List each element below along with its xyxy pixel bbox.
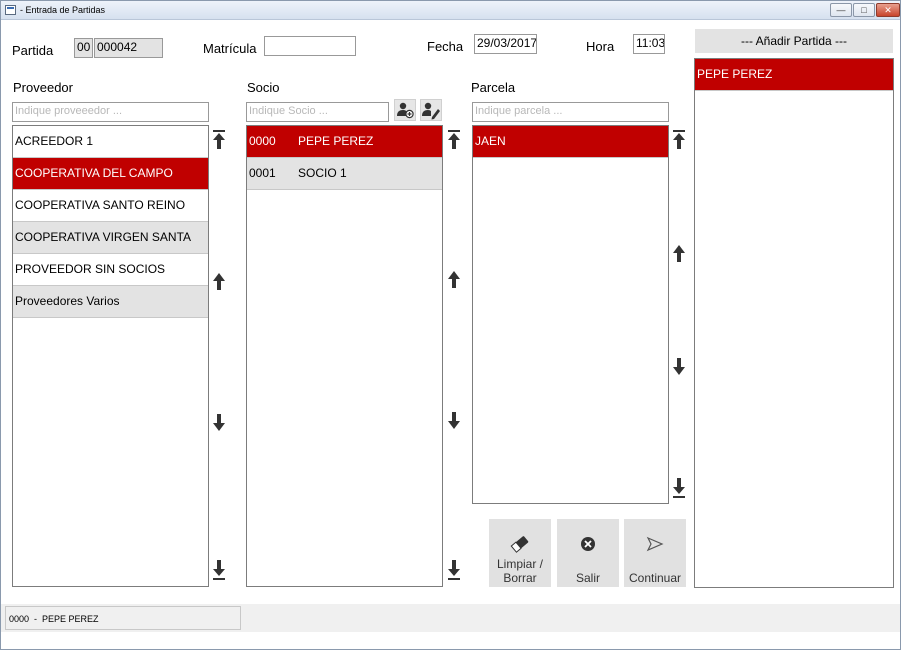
- scroll-up-icon[interactable]: [447, 269, 461, 291]
- scroll-bottom-icon[interactable]: [447, 559, 461, 581]
- proveedor-title: Proveedor: [13, 80, 73, 95]
- limpiar-borrar-button[interactable]: Limpiar / Borrar: [489, 519, 551, 587]
- continuar-button[interactable]: Continuar: [624, 519, 686, 587]
- close-icon: ✕: [884, 5, 892, 15]
- list-item[interactable]: COOPERATIVA SANTO REINO: [13, 190, 208, 222]
- scroll-down-icon[interactable]: [212, 411, 226, 433]
- salir-button[interactable]: Salir: [557, 519, 619, 587]
- hora-field[interactable]: 11:03: [633, 34, 665, 54]
- proveedor-search-input[interactable]: Indique proveeedor ...: [12, 102, 209, 122]
- scroll-down-icon[interactable]: [672, 355, 686, 377]
- limpiar-label-line2: Borrar: [503, 571, 537, 585]
- proveedor-item-label: Proveedores Varios: [15, 294, 120, 308]
- list-item[interactable]: PROVEEDOR SIN SOCIOS: [13, 254, 208, 286]
- status-text: 0000 - PEPE PEREZ: [5, 606, 241, 630]
- list-item[interactable]: COOPERATIVA VIRGEN SANTA: [13, 222, 208, 254]
- maximize-icon: □: [861, 5, 867, 15]
- scroll-bottom-icon[interactable]: [212, 559, 226, 581]
- socio-list[interactable]: 0000 PEPE PEREZ 0001 SOCIO 1: [246, 125, 443, 587]
- partida-series-field[interactable]: 00: [74, 38, 93, 58]
- maximize-button[interactable]: □: [853, 3, 875, 17]
- limpiar-label-line1: Limpiar /: [496, 557, 543, 571]
- parcela-search-input[interactable]: Indique parcela ...: [472, 102, 669, 122]
- main-window: - Entrada de Partidas — □ ✕ Partida 00 0…: [0, 0, 901, 650]
- scroll-up-icon[interactable]: [212, 271, 226, 293]
- parcela-item-label: JAEN: [475, 134, 506, 148]
- list-item[interactable]: ACREEDOR 1: [13, 126, 208, 158]
- added-item-label: PEPE PEREZ: [697, 67, 773, 81]
- socio-name: PEPE PEREZ: [298, 134, 374, 148]
- scroll-up-icon[interactable]: [672, 243, 686, 265]
- add-partida-header[interactable]: --- Añadir Partida ---: [695, 29, 893, 53]
- edit-user-icon: [422, 102, 440, 120]
- socio-name: SOCIO 1: [298, 166, 347, 180]
- status-bar: 0000 - PEPE PEREZ: [1, 604, 900, 632]
- app-icon[interactable]: [5, 5, 16, 15]
- scroll-top-icon[interactable]: [447, 129, 461, 151]
- salir-label: Salir: [575, 571, 600, 585]
- proveedor-item-label: PROVEEDOR SIN SOCIOS: [15, 262, 166, 276]
- eraser-icon: [510, 536, 529, 553]
- scroll-down-icon[interactable]: [447, 409, 461, 431]
- list-item[interactable]: PEPE PEREZ: [695, 59, 893, 91]
- list-item[interactable]: Proveedores Varios: [13, 286, 208, 318]
- parcela-list[interactable]: JAEN: [472, 125, 669, 504]
- add-socio-button[interactable]: [394, 99, 416, 121]
- close-button[interactable]: ✕: [876, 3, 900, 17]
- table-row[interactable]: 0001 SOCIO 1: [247, 158, 442, 190]
- cancel-circle-icon: [581, 537, 595, 551]
- matricula-label: Matrícula: [203, 41, 257, 56]
- list-item[interactable]: JAEN: [473, 126, 668, 158]
- proveedor-item-label: COOPERATIVA DEL CAMPO: [15, 166, 173, 180]
- added-partidas-list[interactable]: PEPE PEREZ: [694, 58, 894, 588]
- proveedor-item-label: ACREEDOR 1: [15, 134, 94, 148]
- list-item[interactable]: COOPERATIVA DEL CAMPO: [13, 158, 208, 190]
- scroll-bottom-icon[interactable]: [672, 477, 686, 499]
- socio-search-input[interactable]: Indique Socio ...: [246, 102, 389, 122]
- edit-socio-button[interactable]: [420, 99, 442, 121]
- socio-code: 0000: [249, 134, 276, 148]
- matricula-field[interactable]: [264, 36, 356, 56]
- send-icon: [646, 536, 664, 552]
- window-title: - Entrada de Partidas: [20, 5, 106, 15]
- proveedor-item-label: COOPERATIVA SANTO REINO: [15, 198, 186, 212]
- fecha-field[interactable]: 29/03/2017: [474, 34, 537, 54]
- table-row[interactable]: 0000 PEPE PEREZ: [247, 126, 442, 158]
- scroll-top-icon[interactable]: [672, 129, 686, 151]
- socio-title: Socio: [247, 80, 280, 95]
- proveedor-list[interactable]: ACREEDOR 1 COOPERATIVA DEL CAMPO COOPERA…: [12, 125, 209, 587]
- socio-code: 0001: [249, 166, 276, 180]
- scroll-top-icon[interactable]: [212, 129, 226, 151]
- title-bar: - Entrada de Partidas — □ ✕: [1, 1, 900, 20]
- partida-label: Partida: [12, 43, 54, 58]
- partida-number-field[interactable]: 000042: [94, 38, 163, 58]
- parcela-title: Parcela: [471, 80, 516, 95]
- hora-label: Hora: [586, 39, 615, 54]
- add-user-icon: [397, 102, 414, 119]
- fecha-label: Fecha: [427, 39, 464, 54]
- minimize-button[interactable]: —: [830, 3, 852, 17]
- minimize-icon: —: [836, 5, 846, 15]
- continuar-label: Continuar: [628, 571, 682, 585]
- proveedor-item-label: COOPERATIVA VIRGEN SANTA: [15, 230, 192, 244]
